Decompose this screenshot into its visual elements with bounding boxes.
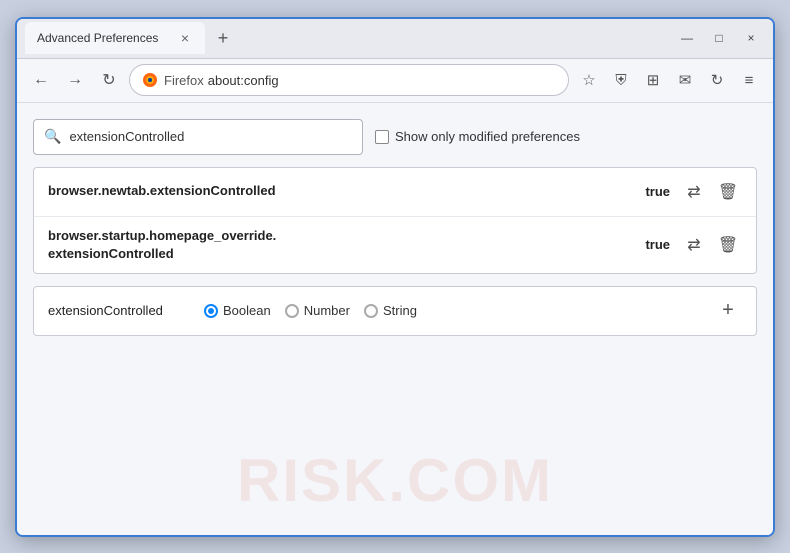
row-1-actions: ⇄ 🗑 [680, 178, 742, 206]
tab-close-button[interactable]: × [177, 30, 193, 46]
tab-title: Advanced Preferences [37, 31, 169, 45]
maximize-button[interactable]: □ [705, 28, 733, 48]
reload-button[interactable]: ↻ [95, 66, 123, 94]
radio-boolean[interactable]: Boolean [204, 303, 271, 318]
search-box: 🔍 [33, 119, 363, 155]
result-row-1: browser.newtab.extensionControlled true … [34, 168, 756, 217]
pocket-icon[interactable]: ⛨ [607, 66, 635, 94]
radio-string[interactable]: String [364, 303, 417, 318]
add-preference-row: extensionControlled Boolean Number Strin… [33, 286, 757, 336]
minimize-button[interactable]: — [673, 28, 701, 48]
toolbar-icons: ☆ ⛨ ⊞ ✉ ↻ ≡ [575, 66, 763, 94]
radio-boolean-label: Boolean [223, 303, 271, 318]
browser-tab[interactable]: Advanced Preferences × [25, 22, 205, 54]
row-2-actions: ⇄ 🗑 [680, 231, 742, 259]
show-modified-checkbox[interactable] [375, 130, 389, 144]
firefox-logo-icon [142, 72, 158, 88]
search-row: 🔍 Show only modified preferences [33, 119, 757, 155]
forward-button[interactable]: → [61, 66, 89, 94]
extension-icon[interactable]: ⊞ [639, 66, 667, 94]
type-radio-group: Boolean Number String [204, 303, 417, 318]
window-controls: — □ × [673, 28, 765, 48]
sync-icon[interactable]: ↻ [703, 66, 731, 94]
show-modified-row: Show only modified preferences [375, 129, 580, 144]
delete-button-2[interactable]: 🗑 [714, 231, 742, 259]
radio-string-circle [364, 304, 378, 318]
radio-boolean-circle [204, 304, 218, 318]
result-row-2: browser.startup.homepage_override. exten… [34, 217, 756, 273]
browser-window: Advanced Preferences × + — □ × ← → ↻ Fir… [15, 17, 775, 537]
radio-string-label: String [383, 303, 417, 318]
delete-button-1[interactable]: 🗑 [714, 178, 742, 206]
radio-number-circle [285, 304, 299, 318]
browser-name: Firefox [164, 73, 204, 88]
watermark: RISK.COM [237, 446, 553, 515]
nav-bar: ← → ↻ Firefox about:config ☆ ⛨ ⊞ ✉ ↻ ≡ [17, 59, 773, 103]
address-url: about:config [208, 73, 279, 88]
pref-value-1: true [645, 184, 670, 199]
pref-name-2: browser.startup.homepage_override. exten… [48, 227, 635, 263]
content-area: RISK.COM 🔍 Show only modified preference… [17, 103, 773, 535]
address-bar[interactable]: Firefox about:config [129, 64, 569, 96]
pref-value-2: true [645, 237, 670, 252]
menu-icon[interactable]: ≡ [735, 66, 763, 94]
add-preference-button[interactable]: + [714, 297, 742, 325]
back-button[interactable]: ← [27, 66, 55, 94]
new-pref-name: extensionControlled [48, 303, 188, 318]
title-bar: Advanced Preferences × + — □ × [17, 19, 773, 59]
search-icon: 🔍 [44, 128, 61, 145]
toggle-button-1[interactable]: ⇄ [680, 178, 708, 206]
search-input[interactable] [69, 129, 352, 144]
new-tab-button[interactable]: + [209, 24, 237, 52]
show-modified-label: Show only modified preferences [395, 129, 580, 144]
radio-number[interactable]: Number [285, 303, 350, 318]
results-table: browser.newtab.extensionControlled true … [33, 167, 757, 274]
close-button[interactable]: × [737, 28, 765, 48]
toggle-button-2[interactable]: ⇄ [680, 231, 708, 259]
address-text: Firefox about:config [164, 73, 279, 88]
bookmark-icon[interactable]: ☆ [575, 66, 603, 94]
container-icon[interactable]: ✉ [671, 66, 699, 94]
pref-name-1: browser.newtab.extensionControlled [48, 182, 635, 200]
radio-number-label: Number [304, 303, 350, 318]
